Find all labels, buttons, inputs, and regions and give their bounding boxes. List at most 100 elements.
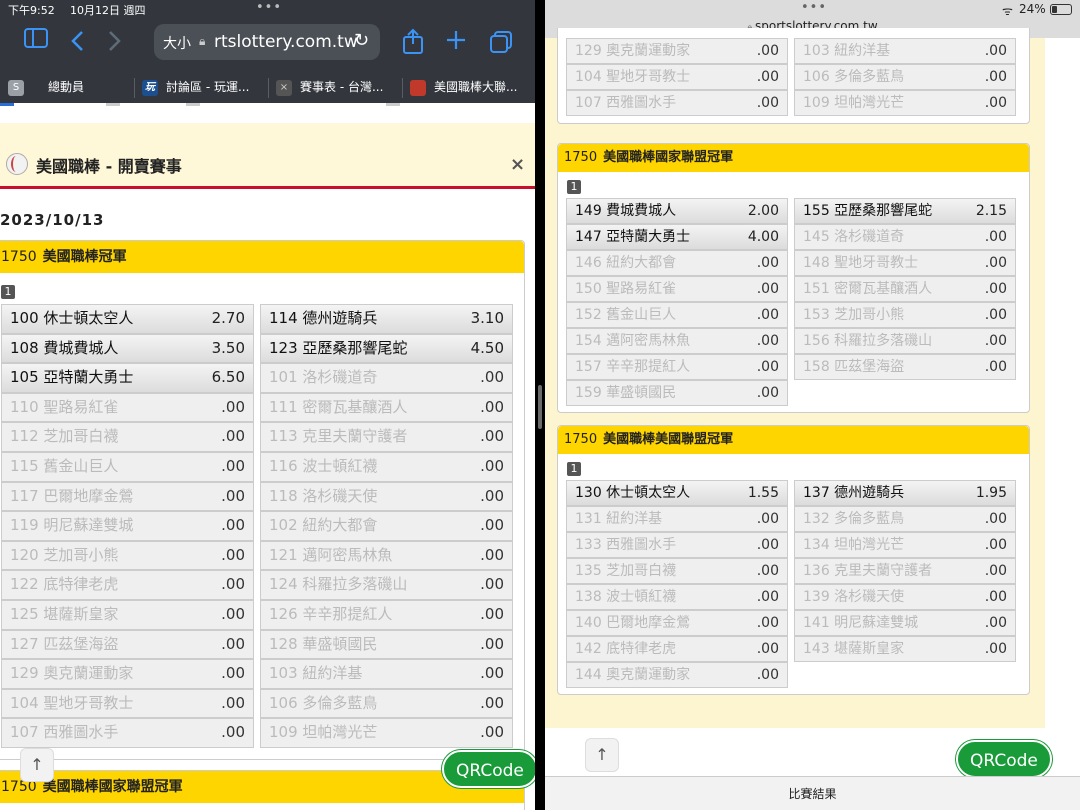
tab-3-active[interactable]: × 賽事表 - 台灣... [276,72,401,103]
tab-divider [402,78,403,98]
reload-icon[interactable]: ↻ [354,30,369,51]
team-label: 137 德州遊騎兵 [803,485,905,501]
odds-cell: 109 坦帕灣光芒 .00 [794,90,1016,116]
odds-cell: 129 奧克蘭運動家 .00 [1,659,254,689]
team-label: 145 洛杉磯道奇 [803,229,905,245]
odds-cell: 112 芝加哥白襪 .00 [1,422,254,452]
close-icon[interactable]: × [510,154,525,175]
team-label: 139 洛杉磯天使 [803,589,905,605]
tab-close-icon[interactable]: × [276,79,292,96]
team-label: 144 奧克蘭運動家 [575,667,691,683]
team-label: 147 亞特蘭大勇士 [575,229,691,245]
odds-value: .00 [480,368,504,387]
odds-cell: 126 辛辛那提紅人 .00 [260,600,513,630]
split-divider[interactable] [535,0,545,810]
game-card-nl: 1750 美國職棒國家聯盟冠軍 1 149 費城費城人 2.00 155 亞歷桑那響尾… [557,143,1030,413]
odds-value: .00 [756,255,779,271]
multitask-dots-icon[interactable]: ••• [801,0,827,15]
odds-cell: 154 邁阿密馬林魚 .00 [566,328,788,354]
odds-value: .00 [221,605,245,623]
new-tab-icon[interactable] [446,30,466,56]
team-label: 126 辛辛那提紅人 [269,605,393,623]
tab-1[interactable]: S 總動員 [8,72,128,103]
back-to-top-button[interactable]: ↑ [585,738,619,772]
baseball-icon [6,153,28,175]
tab-favicon-icon: S [8,79,24,96]
odds-value: .00 [984,69,1007,85]
odds-value: 2.15 [975,203,1007,219]
game-header: 1750 美國職棒國家聯盟冠軍 [558,144,1029,172]
odds-value: 6.50 [211,368,245,387]
footer-results[interactable]: 比賽結果 [545,776,1080,810]
team-label: 115 舊金山巨人 [10,457,119,475]
odds-cell[interactable]: 108 費城費城人 3.50 [1,333,254,364]
share-icon[interactable] [402,28,424,60]
odds-value: .00 [984,43,1007,59]
tab-favicon-icon: 玩 [142,79,158,96]
odds-value: .00 [756,667,779,683]
odds-cell[interactable]: 137 德州遊騎兵 1.95 [794,480,1016,506]
odds-cell[interactable]: 130 休士頓太空人 1.55 [566,480,788,506]
odds-value: .00 [984,281,1007,297]
team-label: 155 亞歷桑那響尾蛇 [803,203,933,219]
odds-cell[interactable]: 155 亞歷桑那響尾蛇 2.15 [794,198,1016,224]
text-size-button[interactable]: 大小 [163,33,191,53]
odds-value: .00 [221,427,245,446]
odds-cell: 159 華盛頓國民 .00 [566,380,788,406]
forward-icon[interactable] [108,30,122,58]
tab-label: 賽事表 - 台灣... [300,80,384,94]
url-text[interactable]: rtslottery.com.tw [214,32,358,52]
divider-handle[interactable] [538,385,542,429]
odds-value: .00 [756,615,779,631]
team-label: 118 洛杉磯天使 [269,486,378,505]
odds-value: .00 [756,589,779,605]
odds-value: .00 [756,385,779,401]
qrcode-button[interactable]: QRCode [442,750,535,788]
status-time: 下午9:52 [8,4,55,17]
odds-cell: 115 舊金山巨人 .00 [1,452,254,482]
odds-value: .00 [221,575,245,594]
tabs-overview-icon[interactable] [489,30,513,60]
team-label: 151 密爾瓦基釀酒人 [803,281,933,297]
odds-cell: 104 聖地牙哥教士 .00 [566,64,788,90]
tab-label: 總動員 [48,80,85,94]
odds-cell[interactable]: 147 亞特蘭大勇士 4.00 [566,224,788,250]
odds-value: .00 [221,486,245,505]
sidebar-icon[interactable] [24,28,48,54]
odds-cell: 107 西雅圖水手 .00 [566,90,788,116]
team-label: 157 辛辛那提紅人 [575,359,691,375]
status-date: 10月12日 週四 [70,4,146,17]
team-label: 106 多倫多藍鳥 [269,693,378,712]
odds-cell[interactable]: 114 德州遊騎兵 3.10 [260,304,513,334]
tab-2[interactable]: 玩討論區 - 玩運... [142,72,267,103]
team-label: 116 波士頓紅襪 [269,457,378,475]
odds-cell: 103 紐約洋基 .00 [260,659,513,689]
odds-value: 2.00 [747,203,779,219]
team-label: 103 紐約洋基 [803,43,891,59]
team-label: 100 休士頓太空人 [10,309,134,327]
tab-divider [268,78,269,98]
team-label: 125 堪薩斯皇家 [10,605,119,623]
odds-cell[interactable]: 100 休士頓太空人 2.70 [1,304,254,334]
battery-icon [1050,4,1072,15]
odds-cell: 129 奧克蘭運動家 .00 [566,38,788,64]
odds-cell: 141 明尼蘇達雙城 .00 [794,610,1016,636]
team-label: 107 西雅圖水手 [575,95,677,111]
multitask-dots-icon[interactable]: ••• [256,0,282,15]
bet-group-number: 1 [1,285,15,299]
odds-cell[interactable]: 149 費城費城人 2.00 [566,198,788,224]
odds-cell[interactable]: 123 亞歷桑那響尾蛇 4.50 [260,333,513,364]
odds-value: .00 [221,723,245,742]
odds-value: 2.70 [211,309,245,327]
odds-cell: 102 紐約大都會 .00 [260,511,513,541]
odds-cell: 118 洛杉磯天使 .00 [260,481,513,512]
odds-cell[interactable]: 105 亞特蘭大勇士 6.50 [1,363,254,393]
address-bar[interactable]: 大小 🔒︎ rtslottery.com.tw ↻ [154,24,380,60]
tab-4[interactable]: 美國職棒大聯... [410,72,535,103]
qrcode-button[interactable]: QRCode [956,740,1052,778]
event-date: 2023/10/13 [0,211,105,229]
odds-value: .00 [984,615,1007,631]
back-icon[interactable] [70,30,84,58]
back-to-top-button[interactable]: ↑ [20,748,54,782]
odds-value: 1.95 [975,485,1007,501]
